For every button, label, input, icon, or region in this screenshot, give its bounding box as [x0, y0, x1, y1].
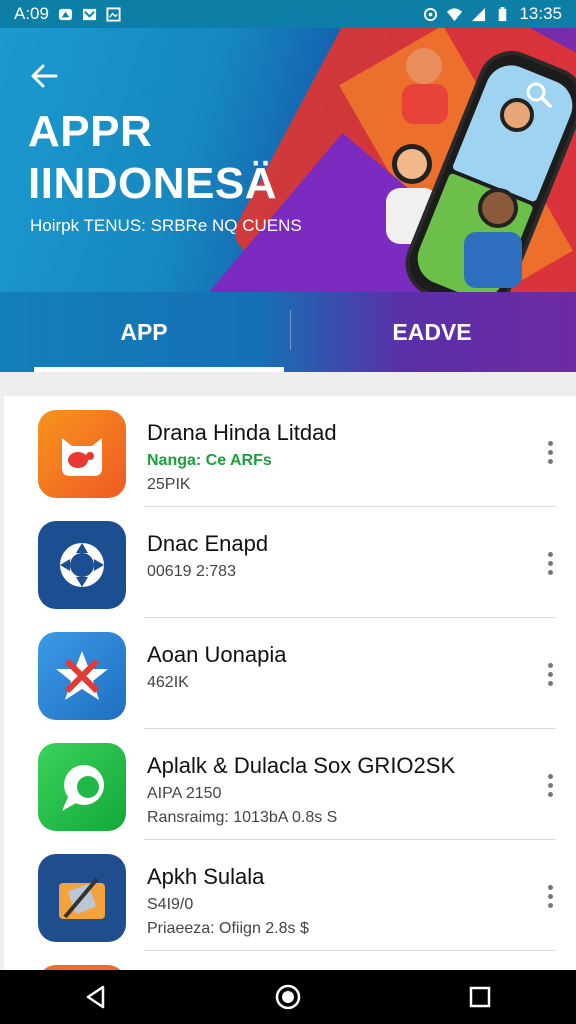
arrow-back-icon [31, 64, 58, 88]
signal-icon [472, 7, 486, 21]
folder-tools-icon [38, 854, 126, 942]
list-item[interactable]: Aoan Uonapia 462IK [4, 618, 576, 729]
list-item[interactable]: Drana Hinda Litdad Nanga: Ce ARFs 25PIK [4, 396, 576, 507]
tab-bar: APP EADVE [0, 292, 576, 372]
app-name: Aoan Uonapia [147, 642, 287, 667]
illustration-person [402, 84, 448, 124]
battery-icon [499, 6, 507, 21]
nav-recents-button[interactable] [450, 970, 510, 1024]
status-bar: A:09 13:35 [0, 0, 576, 28]
status-time: A:09 [14, 4, 49, 23]
search-button[interactable] [516, 72, 562, 118]
tab-eadve[interactable]: EADVE [288, 292, 576, 372]
phone-bubble-icon [38, 743, 126, 831]
cat-mascot-icon [38, 410, 126, 498]
more-options-button[interactable] [532, 876, 568, 916]
status-clock: 13:35 [519, 4, 562, 23]
page-subtitle: Hoirpk TENUS: SRBRe NQ CUENS [30, 216, 302, 235]
image-notification-icon [106, 6, 121, 22]
header-banner: APPR IINDONESÄ Hoirpk TENUS: SRBRe NQ CU… [0, 28, 576, 292]
illustration-person [392, 144, 432, 184]
home-circle-icon [275, 984, 301, 1010]
app-name: Apkh Sulala [147, 864, 265, 889]
app-name: Drana Hinda Litdad [147, 420, 337, 445]
list-item-partial[interactable] [4, 951, 576, 970]
search-icon [526, 82, 552, 108]
app-size: 462IK [147, 674, 189, 691]
message-icon [82, 8, 97, 20]
more-options-button[interactable] [532, 765, 568, 805]
app-size: 25PIK [147, 476, 191, 493]
tab-app[interactable]: APP [0, 292, 288, 372]
app-version: S4I9/0 [147, 896, 194, 913]
app-list: Drana Hinda Litdad Nanga: Ce ARFs 25PIK … [4, 396, 576, 970]
tab-app-label: APP [120, 318, 168, 345]
tab-eadve-label: EADVE [392, 318, 472, 345]
list-item[interactable]: Aplalk & Dulacla Sox GRIO2SK AIPA 2150 R… [4, 729, 576, 840]
wifi-icon [447, 7, 463, 21]
back-button[interactable] [22, 54, 66, 98]
app-status: Nanga: Ce ARFs [147, 452, 272, 469]
illustration-person [478, 188, 518, 228]
more-options-button[interactable] [532, 543, 568, 583]
app-name: Aplalk & Dulacla Sox GRIO2SK [147, 753, 456, 778]
title-line-2: IINDONESÄ [28, 159, 277, 208]
nav-home-button[interactable] [258, 970, 318, 1024]
system-nav-bar [0, 970, 576, 1024]
more-options-button[interactable] [532, 432, 568, 472]
list-item[interactable]: Dnac Enapd 00619 2:783 [4, 507, 576, 618]
title-line-1: APPR [28, 107, 153, 156]
app-info: 00619 2:783 [147, 563, 236, 580]
nav-back-button[interactable] [66, 970, 126, 1024]
square-recents-icon [469, 986, 491, 1008]
illustration-person [464, 232, 522, 288]
app-details: Ransraimg: 1013bA 0.8s S [147, 809, 338, 826]
star-cross-icon [38, 632, 126, 720]
triangle-back-icon [86, 985, 105, 1009]
app-details: Priaeeza: Ofiign 2.8s $ [147, 920, 309, 937]
app-name: Dnac Enapd [147, 531, 269, 556]
list-item[interactable]: Apkh Sulala S4I9/0 Priaeeza: Ofiign 2.8s… [4, 840, 576, 951]
refresh-circle-icon [38, 521, 126, 609]
more-options-button[interactable] [532, 654, 568, 694]
page-title: APPR IINDONESÄ [28, 106, 277, 210]
illustration-person [406, 48, 442, 84]
sync-icon [424, 7, 438, 21]
app-version: AIPA 2150 [147, 785, 222, 802]
notification-icon [58, 8, 73, 20]
